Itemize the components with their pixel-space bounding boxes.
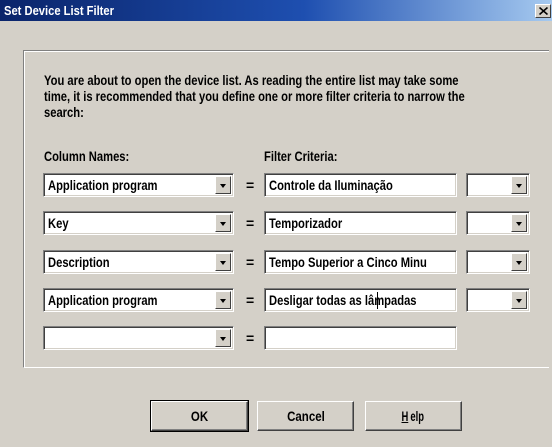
operator-select-1[interactable] <box>466 173 530 197</box>
column-dropdown-button[interactable] <box>215 291 231 309</box>
column-dropdown-button[interactable] <box>215 214 231 232</box>
cancel-button-label: Cancel <box>286 408 325 424</box>
criteria-input-3[interactable]: Tempo Superior a Cinco Minu <box>264 250 457 274</box>
column-select-1[interactable]: Application program <box>43 173 234 197</box>
operator-select-2[interactable] <box>466 211 530 235</box>
column-select-4[interactable]: Application program <box>43 288 234 312</box>
help-mnemonic: H <box>401 408 409 424</box>
operator-dropdown-button[interactable] <box>511 176 527 194</box>
chevron-down-icon <box>220 299 226 303</box>
chevron-down-icon <box>516 184 522 188</box>
criteria-value: Tempo Superior a Cinco Minu <box>269 254 427 270</box>
criteria-value: Controle da Iluminação <box>269 177 393 193</box>
criteria-input-4[interactable]: Desligar todas as lâmpadas <box>264 288 457 312</box>
set-device-list-filter-dialog: Set Device List Filter You are about to … <box>0 0 552 447</box>
operator-select-3[interactable] <box>466 250 530 274</box>
criteria-input-2[interactable]: Temporizador <box>264 211 457 235</box>
operator-dropdown-button[interactable] <box>511 214 527 232</box>
cancel-button[interactable]: Cancel <box>257 401 354 431</box>
column-select-value: Key <box>48 215 69 231</box>
criteria-input-5[interactable] <box>264 326 457 350</box>
title-bar[interactable]: Set Device List Filter <box>0 0 552 21</box>
equals-sign: = <box>246 215 255 231</box>
ok-button[interactable]: OK <box>150 400 249 432</box>
column-select-5[interactable] <box>43 326 234 350</box>
equals-sign: = <box>246 177 255 193</box>
chevron-down-icon <box>220 184 226 188</box>
column-select-value: Application program <box>48 292 158 308</box>
help-label-rest: elp <box>410 408 425 424</box>
column-select-2[interactable]: Key <box>43 211 234 235</box>
filter-criteria-label: Filter Criteria: <box>264 148 338 164</box>
column-dropdown-button[interactable] <box>215 176 231 194</box>
operator-dropdown-button[interactable] <box>511 253 527 271</box>
column-names-label: Column Names: <box>44 148 130 164</box>
close-icon <box>539 7 548 15</box>
window-title: Set Device List Filter <box>4 3 114 18</box>
column-select-value: Application program <box>48 177 158 193</box>
criteria-input-1[interactable]: Controle da Iluminação <box>264 173 457 197</box>
chevron-down-icon <box>220 261 226 265</box>
column-select-value: Description <box>48 254 110 270</box>
intro-text-line-1: You are about to open the device list. A… <box>44 72 459 88</box>
column-dropdown-button[interactable] <box>215 329 231 347</box>
column-select-3[interactable]: Description <box>43 250 234 274</box>
criteria-value: Temporizador <box>269 215 343 231</box>
chevron-down-icon <box>516 299 522 303</box>
operator-select-4[interactable] <box>466 288 530 312</box>
close-button[interactable] <box>535 4 551 18</box>
text-cursor <box>377 292 378 309</box>
operator-dropdown-button[interactable] <box>511 291 527 309</box>
criteria-value: Desligar todas as lâmpadas <box>269 292 417 308</box>
equals-sign: = <box>246 330 255 346</box>
column-dropdown-button[interactable] <box>215 253 231 271</box>
chevron-down-icon <box>516 222 522 226</box>
help-button[interactable]: Help <box>365 401 462 431</box>
ok-button-label: OK <box>190 408 209 424</box>
equals-sign: = <box>246 292 255 308</box>
chevron-down-icon <box>220 337 226 341</box>
chevron-down-icon <box>516 261 522 265</box>
equals-sign: = <box>246 254 255 270</box>
chevron-down-icon <box>220 222 226 226</box>
help-button-label: Help <box>401 408 426 424</box>
intro-text-line-2: time, it is recommended that you define … <box>44 88 465 104</box>
intro-text-line-3: search: <box>44 104 84 120</box>
